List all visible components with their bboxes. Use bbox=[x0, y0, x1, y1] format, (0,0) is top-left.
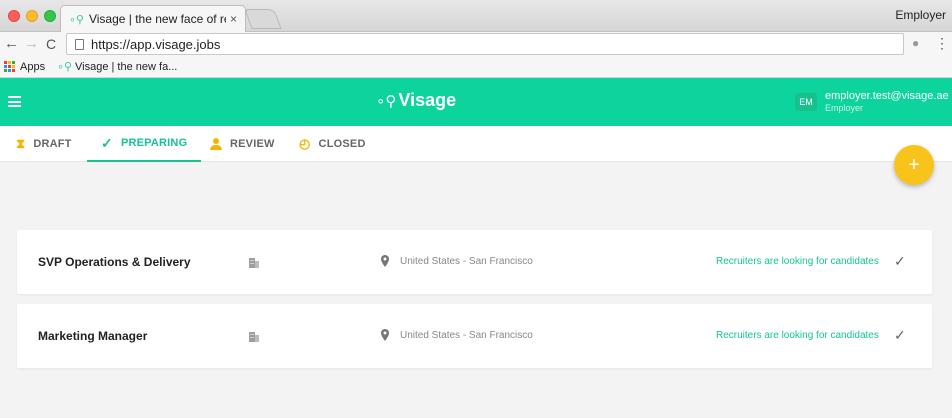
url-text: https://app.visage.jobs bbox=[91, 36, 221, 52]
new-tab-button[interactable] bbox=[244, 9, 282, 29]
bookmark-label: Visage | the new fa... bbox=[75, 60, 178, 73]
address-bar[interactable]: https://app.visage.jobs bbox=[66, 33, 904, 55]
history-icon: ◴ bbox=[299, 136, 311, 151]
job-title[interactable]: Marketing Manager bbox=[38, 329, 147, 343]
tab-title: Visage | the new face of recrui bbox=[88, 12, 226, 26]
apps-grid-icon bbox=[4, 61, 15, 72]
hamburger-menu-icon[interactable] bbox=[8, 96, 21, 107]
forward-arrow-icon[interactable]: → bbox=[24, 35, 39, 52]
close-window-button[interactable] bbox=[8, 10, 20, 22]
user-email[interactable]: employer.test@visage.ae bbox=[825, 90, 949, 102]
avatar[interactable]: EM bbox=[795, 93, 817, 111]
job-status: Recruiters are looking for candidates bbox=[716, 330, 879, 341]
browser-menu-icon[interactable]: ⋮ bbox=[935, 35, 949, 52]
page-icon bbox=[75, 38, 84, 50]
tab-closed[interactable]: ◴ CLOSED bbox=[299, 126, 366, 162]
browser-tab[interactable]: ∘⚲ Visage | the new face of recrui × bbox=[60, 5, 246, 32]
check-icon: ✓ bbox=[101, 134, 113, 151]
brand-logo[interactable]: ∘⚲ Visage bbox=[376, 90, 456, 111]
tab-label: CLOSED bbox=[318, 138, 366, 150]
browser-titlebar: ∘⚲ Visage | the new face of recrui × Emp… bbox=[0, 0, 952, 32]
extension-icon[interactable]: ● bbox=[912, 36, 919, 50]
bookmark-visage[interactable]: ∘⚲ Visage | the new fa... bbox=[57, 60, 178, 74]
tab-review[interactable]: REVIEW bbox=[210, 126, 275, 162]
job-card[interactable]: SVP Operations & Delivery United States … bbox=[17, 230, 932, 294]
brand-name: Visage bbox=[398, 90, 457, 110]
tab-draft[interactable]: ⧗ DRAFT bbox=[16, 126, 72, 162]
hourglass-icon: ⧗ bbox=[16, 136, 26, 151]
location-pin-icon bbox=[381, 255, 389, 267]
reload-icon[interactable]: C bbox=[46, 36, 56, 52]
job-status: Recruiters are looking for candidates bbox=[716, 256, 879, 267]
tab-close-icon[interactable]: × bbox=[230, 12, 237, 26]
browser-toolbar: ← → C https://app.visage.jobs ● ⋮ bbox=[0, 32, 952, 56]
location-pin-icon bbox=[381, 329, 389, 341]
check-icon: ✓ bbox=[894, 327, 906, 343]
maximize-window-button[interactable] bbox=[44, 10, 56, 22]
person-icon bbox=[210, 138, 222, 150]
visage-favicon-icon: ∘⚲ bbox=[57, 61, 73, 73]
check-icon: ✓ bbox=[894, 253, 906, 269]
tab-label: REVIEW bbox=[230, 138, 275, 150]
job-title[interactable]: SVP Operations & Delivery bbox=[38, 255, 191, 269]
job-card[interactable]: Marketing Manager United States - San Fr… bbox=[17, 304, 932, 368]
job-location: United States - San Francisco bbox=[400, 330, 533, 341]
building-icon bbox=[249, 332, 259, 342]
tab-preparing[interactable]: ✓ PREPARING bbox=[87, 126, 202, 162]
status-tabs: ⧗ DRAFT ✓ PREPARING REVIEW ◴ CLOSED bbox=[0, 126, 952, 162]
browser-profile[interactable]: Employer bbox=[895, 8, 946, 22]
building-icon bbox=[249, 258, 259, 268]
visage-favicon-icon: ∘⚲ bbox=[69, 13, 84, 26]
tab-label: DRAFT bbox=[33, 138, 72, 150]
tab-label: PREPARING bbox=[120, 137, 188, 149]
bookmarks-bar: Apps ∘⚲ Visage | the new fa... bbox=[0, 56, 952, 78]
bookmark-label: Apps bbox=[20, 60, 46, 73]
back-arrow-icon[interactable]: ← bbox=[4, 35, 19, 52]
add-job-button[interactable]: + bbox=[894, 145, 934, 185]
minimize-window-button[interactable] bbox=[26, 10, 38, 22]
app-header: ∘⚲ Visage EM employer.test@visage.ae Emp… bbox=[0, 78, 952, 126]
user-role: Employer bbox=[825, 103, 864, 113]
job-location: United States - San Francisco bbox=[400, 256, 533, 267]
visage-logo-icon: ∘⚲ bbox=[376, 92, 397, 110]
bookmark-apps[interactable]: Apps bbox=[4, 61, 45, 73]
